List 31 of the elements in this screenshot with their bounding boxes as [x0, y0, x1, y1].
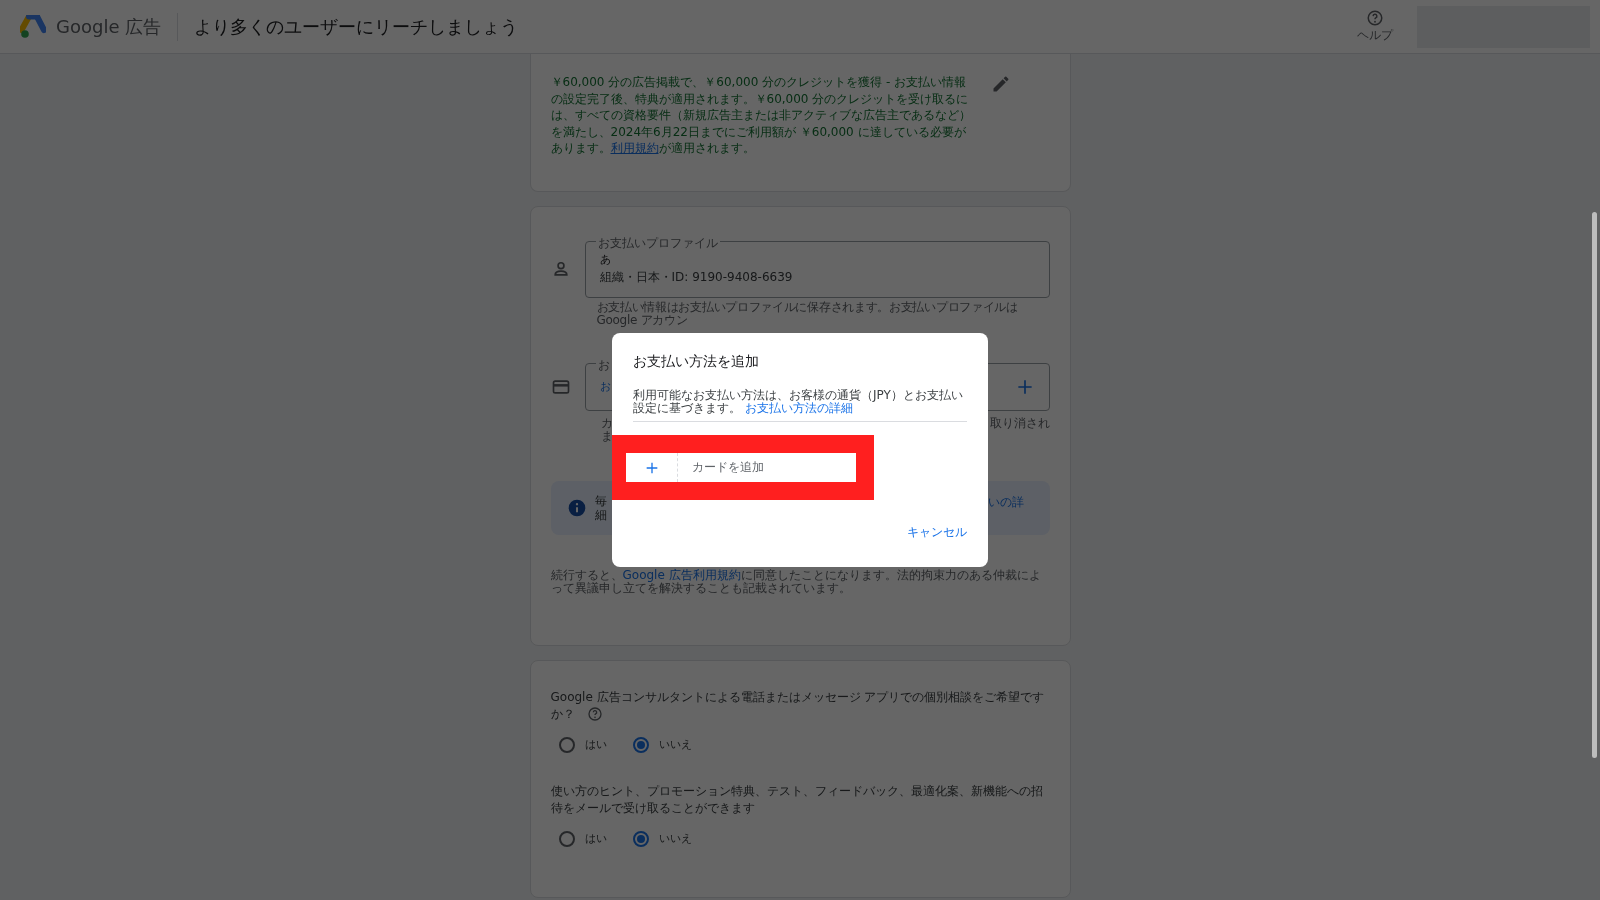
payment-methods-link[interactable]: お支払い方法の詳細 — [744, 401, 853, 415]
radio-button[interactable] — [558, 736, 575, 753]
radio-option[interactable]: いいえ — [632, 736, 692, 753]
info-fragment: いの詳 — [987, 494, 1024, 509]
radio-button[interactable] — [632, 830, 649, 847]
radio-button[interactable] — [558, 830, 575, 847]
ads-terms-link[interactable]: Google 広告利用規約 — [622, 567, 741, 582]
help-icon — [586, 706, 603, 722]
radio-button[interactable] — [632, 736, 649, 753]
dialog-title: お支払い方法を追加 — [633, 353, 760, 371]
cancel-button[interactable]: キャンセル — [907, 524, 967, 541]
add-card-button[interactable]: カードを追加 — [626, 453, 856, 482]
info-fragment: 細 — [594, 507, 607, 522]
google-ads-logo — [20, 14, 46, 39]
radio-option[interactable]: はい — [558, 830, 607, 847]
promo-text: ￥60,000 分の広告掲載で、￥60,000 分のクレジットを獲得 - お支払い情報の設定完了後、特典が適用されます。￥60,000 分のクレジットを受け取るには、すべての資格要件（新規広告主または非アクティブな広告主であるなど）を満たし、2024年6月22日までにご利用額が ￥60,000 に達している必要があります。利用規約が適用されます。 — [550, 74, 971, 157]
radio-option[interactable]: いいえ — [632, 830, 692, 847]
info-fragment: 毎 — [594, 493, 607, 508]
info-icon — [566, 497, 587, 518]
scrollbar[interactable] — [1592, 212, 1597, 758]
method-note-fragment: 取り消され — [989, 416, 1050, 432]
terms-link[interactable]: 利用規約 — [610, 141, 659, 155]
method-note-fragment: ま — [600, 429, 613, 443]
radio-option[interactable]: はい — [558, 736, 607, 753]
question-text: 使い方のヒント、プロモーション特典、テスト、フィードバック、最適化案、新機能への招待をメールで受け取ることができます — [550, 782, 1044, 817]
help-icon — [1366, 9, 1384, 27]
question-text: Google 広告コンサルタントによる電話またはメッセージ アプリでの個別相談をご希望ですか？ — [550, 688, 1046, 723]
dialog-description: 利用可能なお支払い方法は、お客様の通貨（JPY）とお支払い設定に基づきます。 お支払い方法の詳細 — [633, 389, 964, 415]
method-note-fragment: カ — [600, 416, 613, 430]
page-title: より多くのユーザーにリーチしましょう — [194, 14, 519, 39]
product-name: Google 広告 — [56, 14, 162, 39]
